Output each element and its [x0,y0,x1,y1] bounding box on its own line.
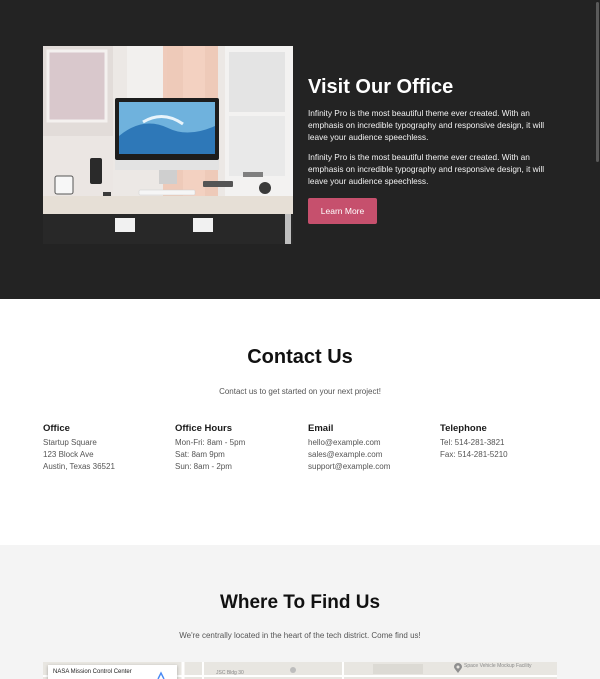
office-paragraph: Infinity Pro is the most beautiful theme… [308,108,545,142]
find-us-subtitle: We're centrally located in the heart of … [179,631,421,640]
column-heading: Telephone [440,423,487,434]
column-line: Mon-Fri: 8am - 5pm [175,438,246,447]
scrollbar-thumb[interactable] [596,2,599,162]
map-card-title: NASA Mission Control Center [53,669,132,675]
column-heading: Office [43,423,70,434]
learn-more-button[interactable]: Learn More [308,198,377,224]
map-place-label: Space Vehicle Mockup Facility [464,663,532,669]
office-paragraph: Infinity Pro is the most beautiful theme… [308,152,545,186]
column-line: 123 Block Ave [43,450,94,459]
find-us-title: Where To Find Us [219,592,381,613]
column-line: Sat: 8am 9pm [175,450,225,459]
contact-column-telephone: Telephone Tel: 514-281-3821 Fax: 514-281… [440,422,570,461]
map-info-card: NASA Mission Control Center [48,665,177,679]
map-road-label: JSC Bldg 30 [216,670,244,676]
column-line: Austin, Texas 36521 [43,462,115,471]
contact-column-office: Office Startup Square 123 Block Ave Aust… [43,422,173,473]
contact-column-hours: Office Hours Mon-Fri: 8am - 5pm Sat: 8am… [175,422,305,473]
column-heading: Office Hours [175,423,233,434]
location-map[interactable]: NASA Mission Control Center JSC Bldg 30 … [43,662,557,679]
find-us-section: Where To Find Us We're centrally located… [0,545,600,679]
directions-icon[interactable] [156,671,166,679]
column-heading: Email [308,423,334,434]
office-title: Visit Our Office [308,76,454,98]
contact-title: Contact Us [247,346,353,368]
contact-column-email: Email hello@example.com sales@example.co… [308,422,438,473]
email-link[interactable]: sales@example.com [308,449,438,461]
email-link[interactable]: support@example.com [308,461,438,473]
contact-subtitle: Contact us to get started on your next p… [219,387,381,396]
fax-number: Fax: 514-281-5210 [440,450,508,459]
office-photo [43,46,293,244]
phone-link[interactable]: Tel: 514-281-3821 [440,437,570,449]
column-line: Startup Square [43,438,97,447]
contact-section: Contact Us Contact us to get started on … [0,299,600,545]
email-link[interactable]: hello@example.com [308,437,438,449]
map-pin-icon[interactable] [454,663,462,673]
column-line: Sun: 8am - 2pm [175,462,232,471]
office-content: Visit Our Office Infinity Pro is the mos… [308,74,566,224]
office-section: Visit Our Office Infinity Pro is the mos… [0,0,600,299]
